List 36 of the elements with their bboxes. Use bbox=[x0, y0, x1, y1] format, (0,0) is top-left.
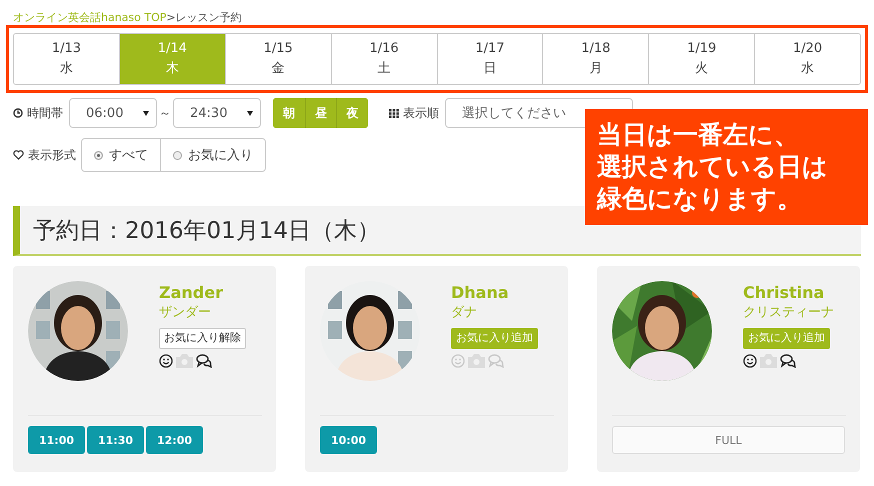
time-slot-button[interactable]: 10:00 bbox=[320, 426, 377, 454]
teacher-name: Zander bbox=[159, 282, 223, 304]
time-slot-button[interactable]: 12:00 bbox=[146, 426, 203, 454]
date-tab[interactable]: 1/13 水 bbox=[14, 34, 119, 84]
radio-icon[interactable] bbox=[173, 150, 182, 160]
teacher-name: Christina bbox=[743, 282, 824, 304]
radio-option[interactable]: お気に入り bbox=[160, 139, 265, 171]
teacher-name: Dhana bbox=[451, 282, 509, 304]
time-label: 時間帯 bbox=[27, 104, 63, 122]
start-time-select[interactable]: 06:00 bbox=[69, 98, 157, 128]
radio-option[interactable]: すべて bbox=[82, 139, 160, 171]
date-tab[interactable]: 1/19 火 bbox=[648, 34, 754, 84]
date-tab[interactable]: 1/18 月 bbox=[542, 34, 648, 84]
date-tab[interactable]: 1/15 金 bbox=[224, 34, 331, 84]
full-button[interactable]: FULL bbox=[612, 426, 845, 454]
grid-icon bbox=[389, 108, 400, 118]
teacher-kana: ダナ bbox=[451, 304, 477, 322]
time-slot-button[interactable]: 11:00 bbox=[28, 426, 85, 454]
date-tab[interactable]: 1/16 土 bbox=[330, 34, 436, 84]
favorite-button[interactable]: お気に入り解除 bbox=[159, 328, 246, 349]
display-label: 表示形式 bbox=[28, 146, 76, 164]
breadcrumb-separator: > bbox=[166, 10, 176, 24]
sort-label: 表示順 bbox=[403, 104, 440, 122]
caret-icon bbox=[247, 110, 253, 116]
clock-icon bbox=[13, 108, 23, 118]
caret-icon bbox=[143, 110, 149, 116]
radio-icon[interactable] bbox=[94, 150, 103, 160]
heart-icon bbox=[13, 150, 24, 160]
time-slot-button[interactable]: 11:30 bbox=[87, 426, 144, 454]
date-tab[interactable]: 1/17 日 bbox=[436, 34, 542, 84]
teacher-kana: ザンダー bbox=[159, 304, 211, 322]
date-tab[interactable]: 1/20 水 bbox=[754, 34, 860, 84]
range-separator: ～ bbox=[159, 104, 171, 122]
end-time-select[interactable]: 24:30 bbox=[173, 98, 261, 128]
teacher-kana: クリスティーナ bbox=[743, 304, 834, 322]
breadcrumb-current: レッスン予約 bbox=[176, 10, 242, 24]
